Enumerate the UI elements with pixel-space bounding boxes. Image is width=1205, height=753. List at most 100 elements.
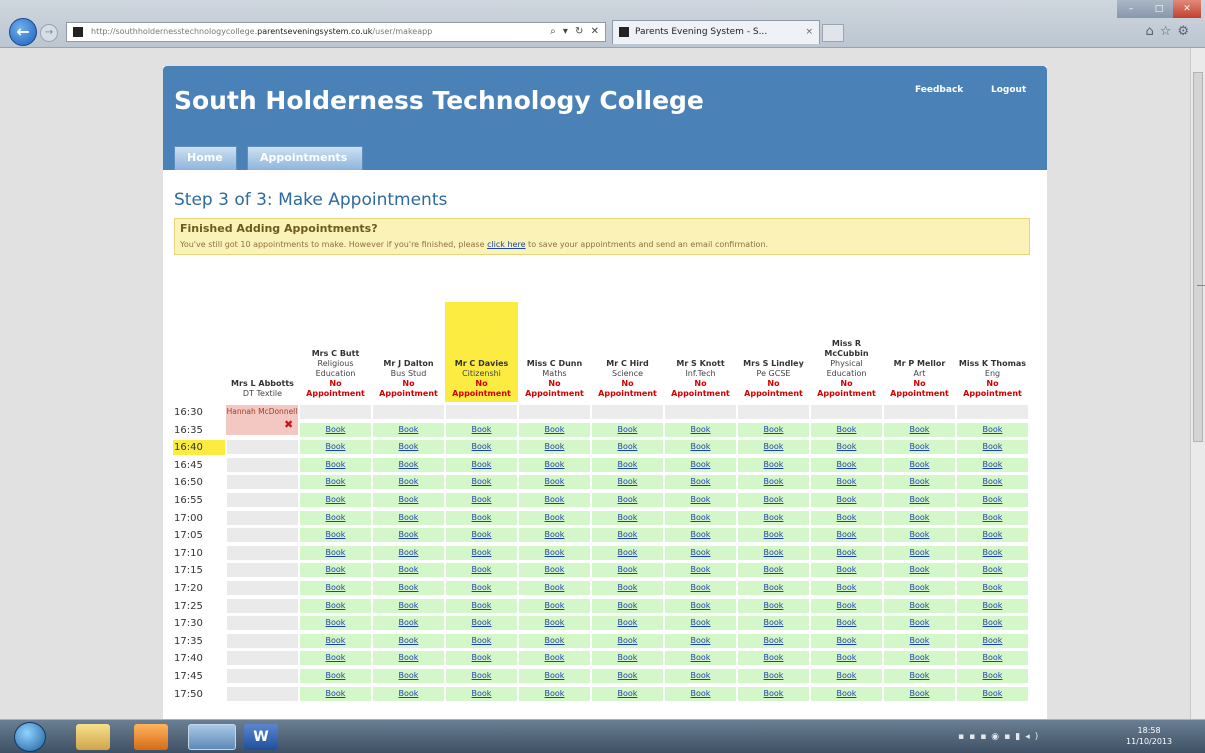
book-link[interactable]: Book xyxy=(326,425,346,434)
book-link[interactable]: Book xyxy=(618,671,638,680)
book-link[interactable]: Book xyxy=(910,477,930,486)
book-link[interactable]: Book xyxy=(545,495,565,504)
book-link[interactable]: Book xyxy=(910,442,930,451)
book-link[interactable]: Book xyxy=(472,442,492,451)
book-link[interactable]: Book xyxy=(837,689,857,698)
book-link[interactable]: Book xyxy=(983,495,1003,504)
book-link[interactable]: Book xyxy=(472,548,492,557)
book-link[interactable]: Book xyxy=(983,689,1003,698)
book-link[interactable]: Book xyxy=(691,583,711,592)
book-link[interactable]: Book xyxy=(545,513,565,522)
book-link[interactable]: Book xyxy=(764,460,784,469)
book-link[interactable]: Book xyxy=(326,601,346,610)
book-link[interactable]: Book xyxy=(545,425,565,434)
book-link[interactable]: Book xyxy=(837,601,857,610)
back-icon[interactable]: ← xyxy=(9,18,37,46)
book-link[interactable]: Book xyxy=(472,530,492,539)
book-link[interactable]: Book xyxy=(618,636,638,645)
book-link[interactable]: Book xyxy=(618,583,638,592)
book-link[interactable]: Book xyxy=(691,548,711,557)
book-link[interactable]: Book xyxy=(472,513,492,522)
save-confirmation-link[interactable]: click here xyxy=(487,240,525,249)
book-link[interactable]: Book xyxy=(545,460,565,469)
browser-tab[interactable]: Parents Evening System - S... × xyxy=(612,20,820,44)
explorer-taskbar-icon[interactable] xyxy=(76,724,110,750)
book-link[interactable]: Book xyxy=(983,671,1003,680)
book-link[interactable]: Book xyxy=(983,425,1003,434)
book-link[interactable]: Book xyxy=(618,477,638,486)
book-link[interactable]: Book xyxy=(837,671,857,680)
book-link[interactable]: Book xyxy=(472,601,492,610)
book-link[interactable]: Book xyxy=(764,477,784,486)
book-link[interactable]: Book xyxy=(691,530,711,539)
book-link[interactable]: Book xyxy=(399,495,419,504)
book-link[interactable]: Book xyxy=(910,653,930,662)
book-link[interactable]: Book xyxy=(545,689,565,698)
book-link[interactable]: Book xyxy=(910,583,930,592)
book-link[interactable]: Book xyxy=(983,583,1003,592)
feedback-link[interactable]: Feedback xyxy=(915,85,963,95)
book-link[interactable]: Book xyxy=(472,689,492,698)
internet-explorer-taskbar-icon[interactable] xyxy=(188,724,236,750)
media-player-taskbar-icon[interactable] xyxy=(134,724,168,750)
book-link[interactable]: Book xyxy=(545,565,565,574)
book-link[interactable]: Book xyxy=(399,460,419,469)
tab-close-icon[interactable]: × xyxy=(805,21,813,43)
book-link[interactable]: Book xyxy=(910,601,930,610)
book-link[interactable]: Book xyxy=(910,689,930,698)
book-link[interactable]: Book xyxy=(691,618,711,627)
book-link[interactable]: Book xyxy=(618,460,638,469)
book-link[interactable]: Book xyxy=(618,565,638,574)
book-link[interactable]: Book xyxy=(910,513,930,522)
forward-icon[interactable]: → xyxy=(40,24,58,42)
book-link[interactable]: Book xyxy=(472,425,492,434)
book-link[interactable]: Book xyxy=(326,477,346,486)
book-link[interactable]: Book xyxy=(545,671,565,680)
book-link[interactable]: Book xyxy=(764,565,784,574)
book-link[interactable]: Book xyxy=(326,565,346,574)
book-link[interactable]: Book xyxy=(764,495,784,504)
book-link[interactable]: Book xyxy=(399,565,419,574)
book-link[interactable]: Book xyxy=(691,460,711,469)
book-link[interactable]: Book xyxy=(764,653,784,662)
book-link[interactable]: Book xyxy=(399,548,419,557)
book-link[interactable]: Book xyxy=(472,565,492,574)
logout-link[interactable]: Logout xyxy=(991,85,1026,95)
book-link[interactable]: Book xyxy=(837,477,857,486)
book-link[interactable]: Book xyxy=(472,671,492,680)
book-link[interactable]: Book xyxy=(545,653,565,662)
book-link[interactable]: Book xyxy=(910,618,930,627)
book-link[interactable]: Book xyxy=(764,618,784,627)
book-link[interactable]: Book xyxy=(983,618,1003,627)
book-link[interactable]: Book xyxy=(618,495,638,504)
new-tab-button[interactable] xyxy=(822,24,844,42)
book-link[interactable]: Book xyxy=(326,548,346,557)
book-link[interactable]: Book xyxy=(545,530,565,539)
book-link[interactable]: Book xyxy=(910,636,930,645)
book-link[interactable]: Book xyxy=(983,460,1003,469)
book-link[interactable]: Book xyxy=(691,636,711,645)
book-link[interactable]: Book xyxy=(910,565,930,574)
book-link[interactable]: Book xyxy=(618,442,638,451)
tab-home[interactable]: Home xyxy=(174,146,237,170)
book-link[interactable]: Book xyxy=(618,530,638,539)
word-taskbar-icon[interactable]: W xyxy=(244,724,278,750)
book-link[interactable]: Book xyxy=(691,601,711,610)
book-link[interactable]: Book xyxy=(326,618,346,627)
book-link[interactable]: Book xyxy=(691,653,711,662)
tab-appointments[interactable]: Appointments xyxy=(247,146,363,170)
book-link[interactable]: Book xyxy=(764,530,784,539)
book-link[interactable]: Book xyxy=(983,530,1003,539)
book-link[interactable]: Book xyxy=(618,618,638,627)
book-link[interactable]: Book xyxy=(691,495,711,504)
book-link[interactable]: Book xyxy=(983,513,1003,522)
book-link[interactable]: Book xyxy=(399,601,419,610)
book-link[interactable]: Book xyxy=(472,460,492,469)
book-link[interactable]: Book xyxy=(764,689,784,698)
book-link[interactable]: Book xyxy=(326,689,346,698)
book-link[interactable]: Book xyxy=(691,671,711,680)
book-link[interactable]: Book xyxy=(910,671,930,680)
book-link[interactable]: Book xyxy=(545,601,565,610)
book-link[interactable]: Book xyxy=(837,548,857,557)
book-link[interactable]: Book xyxy=(764,601,784,610)
